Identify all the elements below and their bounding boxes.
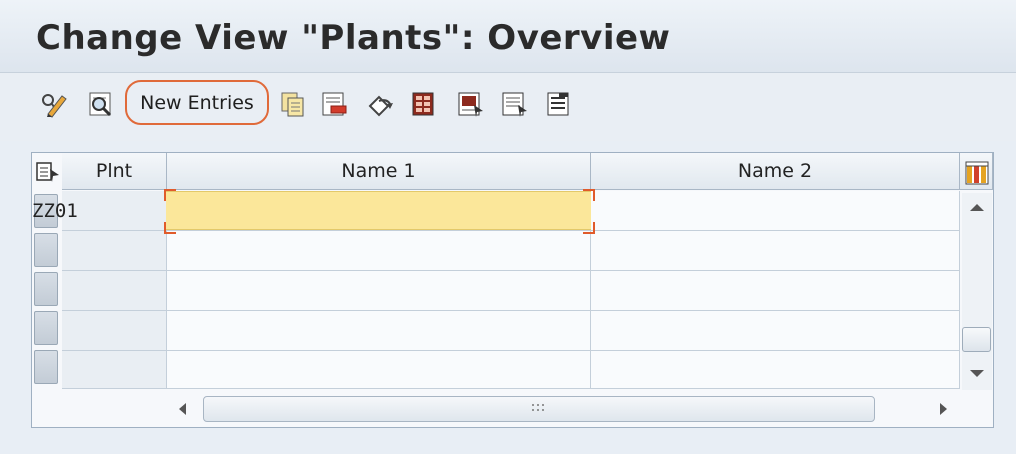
table-cell-name2[interactable] [591,351,960,389]
select-block-icon[interactable] [456,90,484,118]
table-cell-name1[interactable] [167,311,591,351]
table-cell-plnt[interactable] [62,231,167,271]
table-cell-plnt[interactable] [62,351,167,389]
row-selector[interactable] [34,350,58,384]
column-header-name1[interactable]: Name 1 [167,153,591,190]
print-icon[interactable] [544,90,572,118]
table-cell-name2[interactable] [591,311,960,351]
undo-change-icon[interactable] [366,90,394,118]
table-cell-name1[interactable] [167,351,591,389]
table-cell-name2[interactable] [591,231,960,271]
focus-corner-marker [164,189,176,201]
name1-input-active[interactable] [166,191,591,230]
display-change-icon[interactable] [40,90,68,118]
row-selector[interactable] [34,233,58,267]
column-configuration-icon[interactable] [964,160,990,186]
title-bar: Change View "Plants": Overview [0,0,1016,73]
copy-as-icon[interactable] [279,90,307,118]
scroll-up-icon[interactable] [968,201,986,213]
focus-corner-marker [164,222,176,234]
table-cell-plnt[interactable] [62,271,167,311]
vertical-scroll-thumb[interactable] [962,327,991,352]
scroll-right-icon[interactable] [938,401,950,417]
plant-code-value[interactable]: ZZ01 [31,193,162,229]
new-entries-button[interactable]: New Entries [125,80,269,125]
focus-corner-marker [583,189,595,201]
delete-icon[interactable] [320,90,348,118]
column-header-name2[interactable]: Name 2 [591,153,960,190]
vertical-scrollbar[interactable] [962,193,992,390]
table-cell-plnt[interactable] [62,311,167,351]
table-settings-icon[interactable] [35,160,61,184]
page-title: Change View "Plants": Overview [36,18,671,58]
table-cell-name2[interactable] [591,271,960,311]
table-cell-name2[interactable] [591,191,960,231]
table-cell-name1[interactable] [167,271,591,311]
row-selector[interactable] [34,311,58,345]
column-header-plnt[interactable]: Plnt [62,153,167,190]
grip-icon [532,404,544,411]
scroll-down-icon[interactable] [968,368,986,380]
scroll-left-icon[interactable] [176,401,188,417]
focus-corner-marker [583,222,595,234]
table-cell-name1[interactable] [167,231,591,271]
row-selector[interactable] [34,272,58,306]
select-all-icon[interactable] [410,90,438,118]
deselect-all-icon[interactable] [500,90,528,118]
details-icon[interactable] [86,90,114,118]
